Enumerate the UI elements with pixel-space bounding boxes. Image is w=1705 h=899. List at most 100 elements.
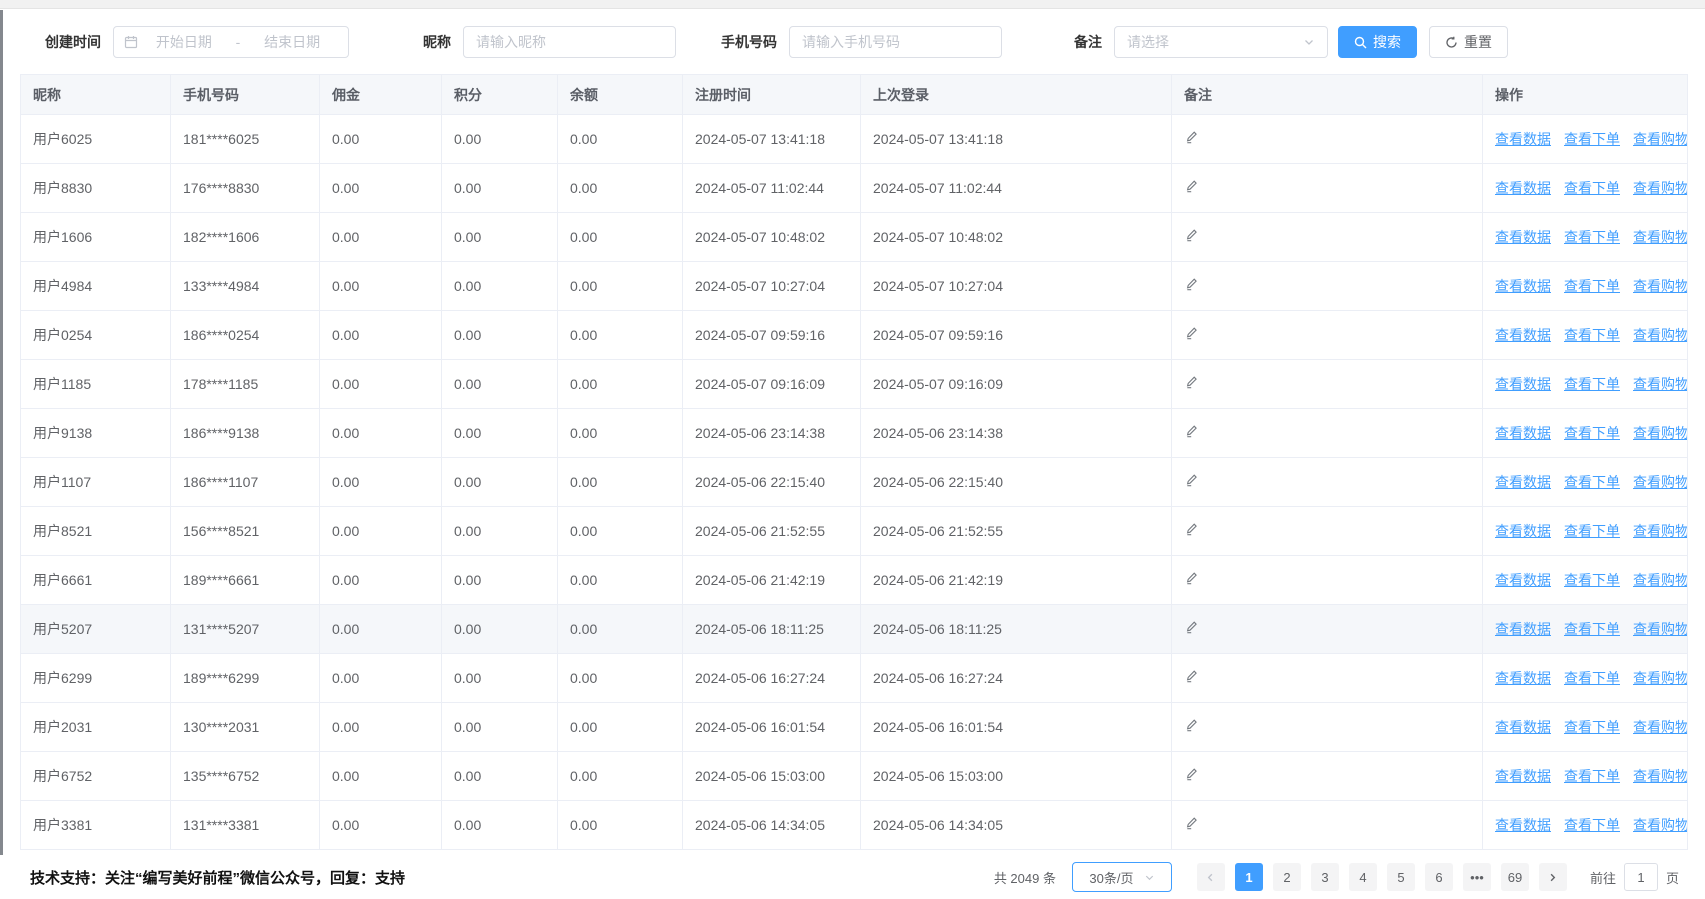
view-cart-link[interactable]: 查看购物车 <box>1633 180 1688 196</box>
view-orders-link[interactable]: 查看下单 <box>1564 131 1620 147</box>
page-button-6[interactable]: 6 <box>1425 863 1453 891</box>
view-cart-link[interactable]: 查看购物车 <box>1633 278 1688 294</box>
pagination: 共 2049 条 30条/页 1 2 3 4 5 6 ••• 69 <box>994 862 1679 892</box>
page-button-3[interactable]: 3 <box>1311 863 1339 891</box>
remark-select[interactable]: 请选择 <box>1114 26 1328 58</box>
search-button[interactable]: 搜索 <box>1338 26 1417 58</box>
cell-nickname: 用户1185 <box>21 360 171 409</box>
view-data-link[interactable]: 查看数据 <box>1495 474 1551 490</box>
view-data-link[interactable]: 查看数据 <box>1495 817 1551 833</box>
view-cart-link[interactable]: 查看购物车 <box>1633 621 1688 637</box>
edit-remark-icon[interactable] <box>1184 179 1199 194</box>
edit-remark-icon[interactable] <box>1184 522 1199 537</box>
cell-phone: 131****3381 <box>171 801 320 850</box>
view-data-link[interactable]: 查看数据 <box>1495 768 1551 784</box>
edit-remark-icon[interactable] <box>1184 228 1199 243</box>
prev-page-button[interactable] <box>1197 863 1225 891</box>
view-cart-link[interactable]: 查看购物车 <box>1633 670 1688 686</box>
view-cart-link[interactable]: 查看购物车 <box>1633 327 1688 343</box>
edit-remark-icon[interactable] <box>1184 816 1199 831</box>
view-cart-link[interactable]: 查看购物车 <box>1633 572 1688 588</box>
reset-button[interactable]: 重置 <box>1429 26 1508 58</box>
edit-remark-icon[interactable] <box>1184 669 1199 684</box>
cell-balance: 0.00 <box>558 311 683 360</box>
page-button-1[interactable]: 1 <box>1235 863 1263 891</box>
view-orders-link[interactable]: 查看下单 <box>1564 817 1620 833</box>
cell-last_login: 2024-05-06 14:34:05 <box>861 801 1172 850</box>
view-cart-link[interactable]: 查看购物车 <box>1633 768 1688 784</box>
goto-suffix: 页 <box>1666 868 1679 887</box>
view-data-link[interactable]: 查看数据 <box>1495 719 1551 735</box>
view-cart-link[interactable]: 查看购物车 <box>1633 523 1688 539</box>
view-orders-link[interactable]: 查看下单 <box>1564 670 1620 686</box>
view-data-link[interactable]: 查看数据 <box>1495 229 1551 245</box>
view-cart-link[interactable]: 查看购物车 <box>1633 817 1688 833</box>
cell-nickname: 用户6299 <box>21 654 171 703</box>
view-cart-link[interactable]: 查看购物车 <box>1633 131 1688 147</box>
page-button-last[interactable]: 69 <box>1501 863 1529 891</box>
page-button-2[interactable]: 2 <box>1273 863 1301 891</box>
view-orders-link[interactable]: 查看下单 <box>1564 229 1620 245</box>
end-date-placeholder[interactable]: 结束日期 <box>246 32 338 52</box>
cell-registered: 2024-05-07 09:16:09 <box>683 360 861 409</box>
view-orders-link[interactable]: 查看下单 <box>1564 180 1620 196</box>
edit-remark-icon[interactable] <box>1184 767 1199 782</box>
cell-nickname: 用户9138 <box>21 409 171 458</box>
edit-remark-icon[interactable] <box>1184 473 1199 488</box>
view-orders-link[interactable]: 查看下单 <box>1564 719 1620 735</box>
more-pages-button[interactable]: ••• <box>1463 863 1491 891</box>
view-cart-link[interactable]: 查看购物车 <box>1633 719 1688 735</box>
start-date-placeholder[interactable]: 开始日期 <box>138 32 230 52</box>
edit-remark-icon[interactable] <box>1184 718 1199 733</box>
page-size-select[interactable]: 30条/页 <box>1072 862 1172 892</box>
view-data-link[interactable]: 查看数据 <box>1495 425 1551 441</box>
phone-input[interactable] <box>789 26 1002 58</box>
table-row: 用户9138186****91380.000.000.002024-05-06 … <box>21 409 1688 458</box>
cell-actions: 查看数据查看下单查看购物车 <box>1483 262 1688 311</box>
edit-remark-icon[interactable] <box>1184 326 1199 341</box>
cell-phone: 186****1107 <box>171 458 320 507</box>
view-orders-link[interactable]: 查看下单 <box>1564 768 1620 784</box>
view-orders-link[interactable]: 查看下单 <box>1564 523 1620 539</box>
view-data-link[interactable]: 查看数据 <box>1495 278 1551 294</box>
page-button-5[interactable]: 5 <box>1387 863 1415 891</box>
date-range-picker[interactable]: 开始日期 - 结束日期 <box>113 26 349 58</box>
edit-remark-icon[interactable] <box>1184 375 1199 390</box>
table-row: 用户1185178****11850.000.000.002024-05-07 … <box>21 360 1688 409</box>
view-orders-link[interactable]: 查看下单 <box>1564 474 1620 490</box>
page-size-value: 30条/页 <box>1089 868 1133 887</box>
page-button-4[interactable]: 4 <box>1349 863 1377 891</box>
edit-remark-icon[interactable] <box>1184 571 1199 586</box>
edit-remark-icon[interactable] <box>1184 277 1199 292</box>
edit-remark-icon[interactable] <box>1184 620 1199 635</box>
view-data-link[interactable]: 查看数据 <box>1495 670 1551 686</box>
view-cart-link[interactable]: 查看购物车 <box>1633 229 1688 245</box>
view-data-link[interactable]: 查看数据 <box>1495 131 1551 147</box>
view-data-link[interactable]: 查看数据 <box>1495 621 1551 637</box>
view-data-link[interactable]: 查看数据 <box>1495 572 1551 588</box>
view-orders-link[interactable]: 查看下单 <box>1564 327 1620 343</box>
view-cart-link[interactable]: 查看购物车 <box>1633 425 1688 441</box>
edit-remark-icon[interactable] <box>1184 130 1199 145</box>
view-cart-link[interactable]: 查看购物车 <box>1633 376 1688 392</box>
cell-remark <box>1172 115 1483 164</box>
view-data-link[interactable]: 查看数据 <box>1495 376 1551 392</box>
cell-phone: 156****8521 <box>171 507 320 556</box>
cell-actions: 查看数据查看下单查看购物车 <box>1483 752 1688 801</box>
next-page-button[interactable] <box>1539 863 1567 891</box>
goto-page-input[interactable] <box>1624 863 1658 891</box>
view-orders-link[interactable]: 查看下单 <box>1564 376 1620 392</box>
table-row: 用户0254186****02540.000.000.002024-05-07 … <box>21 311 1688 360</box>
view-cart-link[interactable]: 查看购物车 <box>1633 474 1688 490</box>
view-orders-link[interactable]: 查看下单 <box>1564 621 1620 637</box>
edit-remark-icon[interactable] <box>1184 424 1199 439</box>
view-data-link[interactable]: 查看数据 <box>1495 523 1551 539</box>
cell-balance: 0.00 <box>558 213 683 262</box>
cell-remark <box>1172 654 1483 703</box>
view-orders-link[interactable]: 查看下单 <box>1564 425 1620 441</box>
view-data-link[interactable]: 查看数据 <box>1495 327 1551 343</box>
view-data-link[interactable]: 查看数据 <box>1495 180 1551 196</box>
view-orders-link[interactable]: 查看下单 <box>1564 572 1620 588</box>
nickname-input[interactable] <box>463 26 676 58</box>
view-orders-link[interactable]: 查看下单 <box>1564 278 1620 294</box>
